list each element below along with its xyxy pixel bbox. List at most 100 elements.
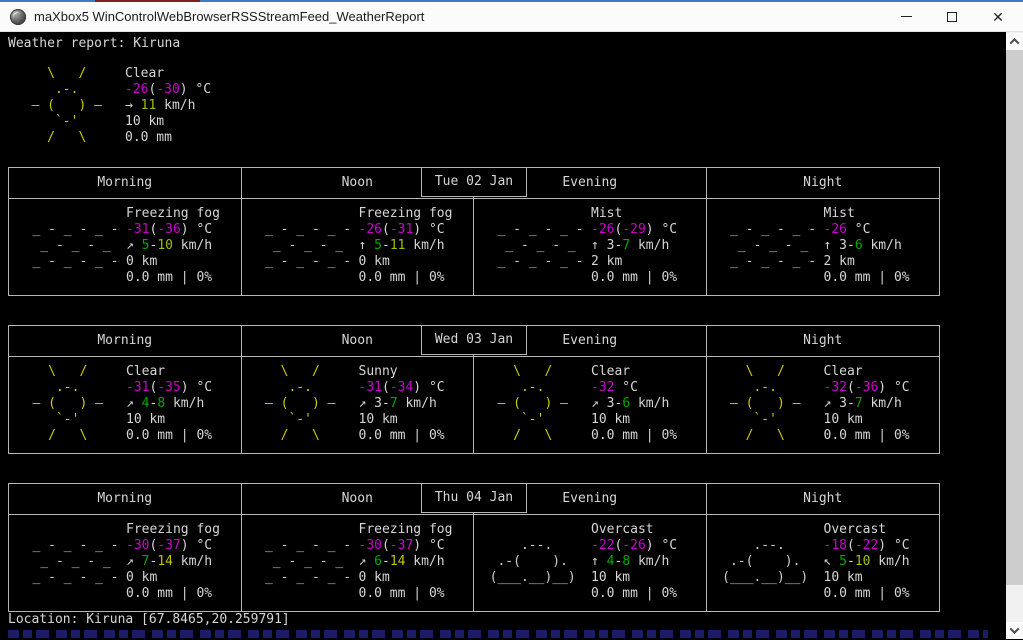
- precipitation-text: 0.0 mm | 0%: [126, 428, 213, 443]
- report-title: Weather report: Kiruna: [8, 36, 181, 51]
- maximize-icon: [947, 11, 957, 22]
- precipitation-text: 0.0 mm: [125, 130, 172, 145]
- condition-text: Overcast: [823, 522, 887, 537]
- period-header-night: Night: [803, 333, 843, 348]
- period-header-morning: Morning: [9, 326, 242, 356]
- temperature-text: -18(-22) °C: [823, 538, 910, 553]
- temperature-text: -26(-30) °C: [125, 82, 212, 97]
- wind-text: → 11 km/h: [125, 98, 196, 113]
- day-date-tab: Thu 04 Jan: [421, 483, 527, 513]
- temperature-text: -26(-29) °C: [591, 222, 678, 237]
- precipitation-text: 0.0 mm | 0%: [823, 270, 910, 285]
- minimize-button[interactable]: [883, 2, 929, 31]
- weather-details: Clear -32(-36) °C ↗ 3-7 km/h 10 km 0.0 mm | …: [824, 364, 910, 453]
- app-icon[interactable]: [10, 8, 26, 25]
- location-line: Location: Kiruna [67.8465,20.259791]: [8, 612, 290, 627]
- forecast-cell-evening: \ / .-. ― ( ) ― `-' / \ Clear -32 °C ↗ 3-6 …: [474, 357, 707, 453]
- sun-art: \ / .-. ― ( ) ― `-' / \: [264, 364, 336, 443]
- maximize-button[interactable]: [929, 2, 975, 31]
- period-header-morning: Morning: [9, 168, 242, 198]
- close-button[interactable]: ✕: [975, 2, 1021, 31]
- weather-details: Clear -31(-35) °C ↗ 4-8 km/h 10 km 0.0 mm | …: [126, 364, 212, 453]
- cloud-art: .--. .-( ). (___.__)__): [722, 538, 809, 585]
- precipitation-text: 0.0 mm | 0%: [126, 586, 213, 601]
- visibility-text: 0 km: [126, 570, 158, 585]
- scrollbar-thumb[interactable]: [1006, 50, 1023, 585]
- visibility-text: 2 km: [591, 254, 623, 269]
- weather-details: Clear -26(-30) °C → 11 km/h 10 km 0.0 mm: [125, 66, 211, 146]
- precipitation-text: 0.0 mm | 0%: [358, 586, 445, 601]
- precipitation-text: 0.0 mm | 0%: [823, 428, 910, 443]
- visibility-text: 0 km: [358, 254, 390, 269]
- vertical-scrollbar[interactable]: [1006, 32, 1023, 639]
- condition-text: Clear: [125, 66, 165, 81]
- temperature-text: -32(-36) °C: [823, 380, 910, 395]
- fog-art: _ - _ - _ - _ - _ - _ _ - _ - _ -: [264, 538, 352, 585]
- chevron-up-icon: [1009, 37, 1020, 48]
- precipitation-text: 0.0 mm | 0%: [591, 428, 678, 443]
- condition-text: Freezing fog: [358, 206, 453, 221]
- wind-text: ↗ 3-7 km/h: [823, 396, 902, 411]
- scroll-down-button[interactable]: [1006, 622, 1023, 639]
- temperature-text: -26 °C: [823, 222, 871, 237]
- forecast-days: Tue 02 Jan Morning Noon Evening Night _ - _ …: [8, 152, 940, 640]
- window-controls: ✕: [883, 2, 1021, 31]
- forecast-cell-noon: \ / .-. ― ( ) ― `-' / \ Sunny -31(-34) °C ↗…: [242, 357, 474, 453]
- scroll-up-button[interactable]: [1006, 33, 1023, 50]
- fog-art: _ - _ - _ - _ - _ - _ _ - _ - _ -: [32, 222, 119, 269]
- forecast-cell-noon: _ - _ - _ - _ - _ - _ _ - _ - _ - Freezi…: [242, 515, 474, 611]
- forecast-cell-night: _ - _ - _ - _ - _ - _ _ - _ - _ - Mist -2…: [707, 199, 940, 295]
- forecast-cell-night: .--. .-( ). (___.__)__) Overcast -18(-22)…: [707, 515, 940, 611]
- current-conditions: \ / .-. ― ( ) ― `-' / \ Clear -26(-30) °C →…: [8, 66, 211, 146]
- wind-text: ↗ 5-10 km/h: [126, 238, 213, 253]
- forecast-cell-night: \ / .-. ― ( ) ― `-' / \ Clear -32(-36) °C ↗…: [707, 357, 940, 453]
- condition-text: Sunny: [358, 364, 398, 379]
- period-header-morning: Morning: [9, 484, 242, 514]
- period-header-night: Night: [803, 491, 843, 506]
- fog-art: _ - _ - _ - _ - _ - _ _ - _ - _ -: [264, 222, 352, 269]
- precipitation-text: 0.0 mm | 0%: [591, 270, 678, 285]
- visibility-text: 10 km: [591, 412, 631, 427]
- weather-details: Freezing fog -30(-37) °C ↗ 6-14 km/h 0 km 0.…: [359, 522, 453, 611]
- weather-details: Mist -26 °C ↑ 3-6 km/h 2 km 0.0 mm | 0%: [824, 206, 910, 295]
- temperature-text: -32 °C: [591, 380, 638, 395]
- condition-text: Overcast: [591, 522, 654, 537]
- chevron-down-icon: [1009, 624, 1020, 635]
- forecast-cell-morning: _ - _ - _ - _ - _ - _ _ - _ - _ - Freezi…: [9, 199, 242, 295]
- weather-details: Sunny -31(-34) °C ↗ 3-7 km/h 10 km 0.0 mm | …: [359, 364, 445, 453]
- temperature-text: -31(-35) °C: [126, 380, 213, 395]
- wind-text: ↖ 5-10 km/h: [823, 554, 910, 569]
- visibility-text: 10 km: [823, 412, 863, 427]
- clipped-text-line: [8, 630, 988, 638]
- temperature-text: -30(-37) °C: [358, 538, 445, 553]
- temperature-text: -31(-34) °C: [358, 380, 445, 395]
- forecast-day: Thu 04 Jan Morning Noon Evening Night _ - _ …: [8, 483, 940, 626]
- wind-text: ↑ 3-6 km/h: [823, 238, 902, 253]
- weather-details: Mist -26(-29) °C ↑ 3-7 km/h 2 km 0.0 mm | 0%: [591, 206, 677, 295]
- visibility-text: 10 km: [126, 412, 166, 427]
- sun-art: \ / .-. ― ( ) ― `-' / \: [31, 66, 102, 145]
- visibility-text: 10 km: [358, 412, 398, 427]
- weather-details: Overcast -22(-26) °C ↑ 4-8 km/h 10 km 0.0 mm…: [591, 522, 677, 611]
- wind-text: ↑ 4-8 km/h: [591, 554, 670, 569]
- weather-details: Freezing fog -31(-36) °C ↗ 5-10 km/h 0 km 0.…: [126, 206, 220, 295]
- cloud-art: .--. .-( ). (___.__)__): [489, 538, 576, 585]
- temperature-text: -30(-37) °C: [126, 538, 213, 553]
- wind-text: ↗ 4-8 km/h: [126, 396, 205, 411]
- fog-art: _ - _ - _ - _ - _ - _ _ - _ - _ -: [32, 538, 119, 585]
- visibility-text: 10 km: [591, 570, 631, 585]
- condition-text: Clear: [591, 364, 631, 379]
- period-header-night: Night: [803, 175, 843, 190]
- day-date-tab: Wed 03 Jan: [421, 325, 527, 355]
- title-bar[interactable]: maXbox5 WinControlWebBrowserRSSStreamFee…: [0, 2, 1023, 32]
- weather-details: Freezing fog -26(-31) °C ↑ 5-11 km/h 0 km 0.…: [359, 206, 453, 295]
- forecast-cell-morning: \ / .-. ― ( ) ― `-' / \ Clear -31(-35) °C ↗…: [9, 357, 242, 453]
- visibility-text: 10 km: [125, 114, 165, 129]
- forecast-cell-evening: _ - _ - _ - _ - _ - _ _ - _ - _ - Mist -2…: [474, 199, 707, 295]
- fog-art: _ - _ - _ - _ - _ - _ _ - _ - _ -: [497, 222, 584, 269]
- forecast-cell-morning: _ - _ - _ - _ - _ - _ _ - _ - _ - Freezi…: [9, 515, 242, 611]
- visibility-text: 10 km: [823, 570, 863, 585]
- precipitation-text: 0.0 mm | 0%: [126, 270, 213, 285]
- sun-art: \ / .-. ― ( ) ― `-' / \: [497, 364, 568, 443]
- precipitation-text: 0.0 mm | 0%: [591, 586, 678, 601]
